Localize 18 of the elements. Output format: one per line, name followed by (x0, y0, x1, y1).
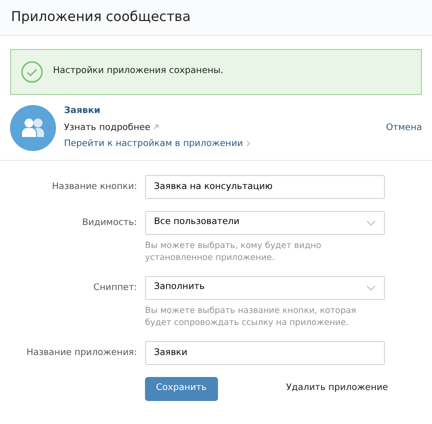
text-field[interactable]: Заявка на консультацию (145, 174, 385, 198)
learn-more-link[interactable]: Узнать подробнее (64, 122, 160, 132)
hint-text: Вы можете выбрать название кнопки, которая будет сопровождать ссылку на приложение. (145, 304, 358, 328)
page-title: Приложения сообщества (11, 8, 191, 28)
dropdown[interactable]: Заполнить (145, 276, 385, 300)
text-field[interactable]: Заявки (145, 340, 385, 364)
field-label: Сниппет: (92, 282, 137, 294)
alert-text: Настройки приложения сохранены. (53, 65, 224, 78)
save-button[interactable]: Сохранить (145, 376, 218, 400)
delete-app-link[interactable]: Удалить приложение (286, 382, 388, 396)
dropdown[interactable]: Все пользователи (145, 210, 385, 234)
field-label: Название приложения: (25, 346, 137, 360)
cancel-link[interactable]: Отмена (386, 122, 422, 135)
field-label: Название кнопки: (50, 180, 137, 194)
hint-text: Вы можете выбрать, кому будет видно установленное приложение. (145, 240, 322, 264)
field-label: Видимость: (81, 216, 137, 230)
settings-link[interactable]: Перейти к настройкам в приложении (64, 139, 251, 149)
app-name: Заявки (64, 105, 102, 118)
